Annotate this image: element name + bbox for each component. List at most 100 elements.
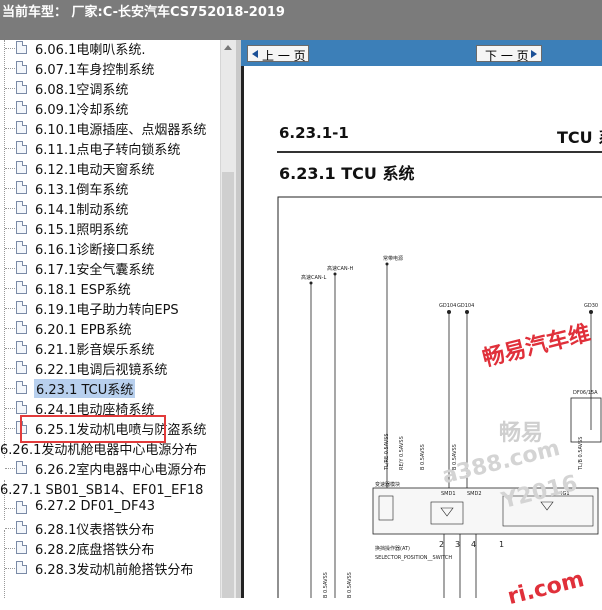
tree-item-label: 6.15.1照明系统 [35, 223, 129, 238]
tree-item[interactable]: 6.16.1诊断接口系统 [0, 238, 220, 258]
tree-connector [5, 48, 15, 49]
tree-item[interactable]: 6.28.2底盘搭铁分布 [0, 538, 220, 558]
arrow-left-icon [252, 50, 258, 58]
node-gd104b [465, 310, 469, 314]
label-bottom-wire: B 0.5AVSS [323, 572, 329, 598]
node-gd104a [447, 310, 451, 314]
diagram-border [277, 196, 602, 598]
tree-item[interactable]: 6.28.1仪表搭铁分布 [0, 518, 220, 538]
tree-connector [5, 388, 15, 389]
tree-item[interactable]: 6.15.1照明系统 [0, 218, 220, 238]
document-icon [16, 121, 27, 134]
label-wire3: B 0.5AVSS [420, 444, 426, 470]
tree-item-label: 6.27.1 SB01_SB14、EF01_EF18 [0, 483, 204, 498]
tree-connector [5, 228, 15, 229]
label-always-power: 常带电源 [383, 255, 403, 262]
document-icon [16, 281, 27, 294]
node-can-h [333, 272, 337, 276]
label-can-l: 高速CAN-L [301, 274, 326, 281]
tree-scrollbar[interactable] [220, 40, 236, 598]
prev-page-label: 上 一 页 [262, 49, 306, 63]
tree-connector [5, 268, 15, 269]
tree-item[interactable]: 6.07.1车身控制系统 [0, 58, 220, 78]
section-title: 6.23.1 TCU 系统 [279, 164, 415, 183]
document-viewer: 上 一 页 下 一 页 6.23.1-1 TCU 系 6.23.1 TCU 系统… [241, 40, 602, 610]
tree-item[interactable]: 6.10.1电源插座、点烟器系统 [0, 118, 220, 138]
tree-item[interactable]: 6.18.1 ESP系统 [0, 278, 220, 298]
tree-connector [5, 548, 15, 549]
tree-item[interactable]: 6.17.1安全气囊系统 [0, 258, 220, 278]
document-icon [16, 241, 27, 254]
fuse-box [570, 397, 602, 443]
prev-page-button[interactable]: 上 一 页 [247, 45, 309, 63]
tree-item[interactable]: 6.21.1影音娱乐系统 [0, 338, 220, 358]
tree-item-label: 6.23.1 TCU系统 [34, 379, 136, 398]
document-icon [16, 161, 27, 174]
tree-item-label: 6.14.1制动系统 [35, 203, 129, 218]
label-bottom-wire2: B 0.5AVSS [347, 572, 353, 598]
document-icon [16, 341, 27, 354]
tree-connector [5, 528, 15, 529]
document-icon [16, 501, 27, 514]
catalog-tree[interactable]: 6.06.1电喇叭系统. 6.07.1车身控制系统 6.08.1空调系统 6.09.1… [0, 40, 220, 598]
tree-item-label: 6.06.1电喇叭系统. [35, 43, 146, 58]
label-smd2: SMD2 [467, 491, 482, 497]
tree-item[interactable]: 6.12.1电动天窗系统 [0, 158, 220, 178]
document-icon [16, 41, 27, 54]
tree-connector [5, 128, 15, 129]
document-icon [16, 261, 27, 274]
tree-item-label: 6.22.1电调后视镜系统 [35, 363, 168, 378]
tree-item[interactable]: 6.28.3发动机前舱搭铁分布 [0, 558, 220, 578]
tree-item[interactable]: 6.11.1点电子转向锁系统 [0, 138, 220, 158]
page-header-title: TCU 系 [557, 128, 602, 147]
tree-item[interactable]: 6.08.1空调系统 [0, 78, 220, 98]
tree-connector [5, 568, 15, 569]
document-icon [16, 201, 27, 214]
tree-connector [5, 88, 15, 89]
tree-item[interactable]: 6.09.1冷却系统 [0, 98, 220, 118]
tree-connector [5, 508, 15, 509]
label-pin3: 3 [455, 540, 460, 549]
tree-item[interactable]: 6.06.1电喇叭系统. [0, 40, 220, 58]
tree-connector [5, 368, 15, 369]
label-pin2: 2 [439, 540, 444, 549]
label-df06: DF06/15A [573, 390, 598, 396]
tree-connector [5, 288, 15, 289]
next-page-button[interactable]: 下 一 页 [476, 45, 542, 63]
tree-item-label: 6.26.2室内电器中心电源分布 [35, 463, 207, 478]
tree-item[interactable]: 6.27.2 DF01_DF43 [0, 498, 220, 518]
tree-item[interactable]: 6.27.1 SB01_SB14、EF01_EF18 [0, 478, 220, 498]
selection-highlight-box [20, 415, 166, 443]
window-titlebar: 当前车型： 厂家:C-长安汽车CS752018-2019 [0, 0, 602, 40]
tree-item[interactable]: 6.22.1电调后视镜系统 [0, 358, 220, 378]
tree-item[interactable]: 6.20.1 EPB系统 [0, 318, 220, 338]
header-rule [277, 151, 602, 153]
scrollbar-thumb[interactable] [222, 172, 234, 598]
tree-connector [5, 428, 15, 429]
document-icon [16, 61, 27, 74]
tree-connector [5, 108, 15, 109]
label-pin4: 4 [471, 540, 476, 549]
tree-connector [5, 168, 15, 169]
document-icon [16, 561, 27, 574]
tree-connector [5, 348, 15, 349]
tree-item-label: 6.07.1车身控制系统 [35, 63, 155, 78]
label-wire1: TL/RE 0.5AVSS [384, 433, 390, 471]
tree-item[interactable]: 6.26.2室内电器中心电源分布 [0, 458, 220, 478]
tree-item[interactable]: 6.13.1倒车系统 [0, 178, 220, 198]
tree-item[interactable]: 6.14.1制动系统 [0, 198, 220, 218]
document-icon [16, 461, 27, 474]
node-gd30 [589, 310, 593, 314]
document-icon [16, 541, 27, 554]
scroll-up-icon[interactable] [224, 45, 232, 50]
arrow-right-icon [531, 50, 537, 58]
tree-item-label: 6.27.2 DF01_DF43 [35, 499, 156, 514]
label-module: 变速器模块 [375, 481, 400, 488]
node-power [385, 262, 389, 266]
tree-connector [5, 208, 15, 209]
document-icon [16, 321, 27, 334]
tree-item-label: 6.28.1仪表搭铁分布 [35, 523, 155, 538]
tree-item-selected[interactable]: 6.23.1 TCU系统 [0, 378, 220, 398]
tree-item-label: 6.11.1点电子转向锁系统 [35, 143, 181, 158]
tree-item[interactable]: 6.19.1电子助力转向EPS [0, 298, 220, 318]
